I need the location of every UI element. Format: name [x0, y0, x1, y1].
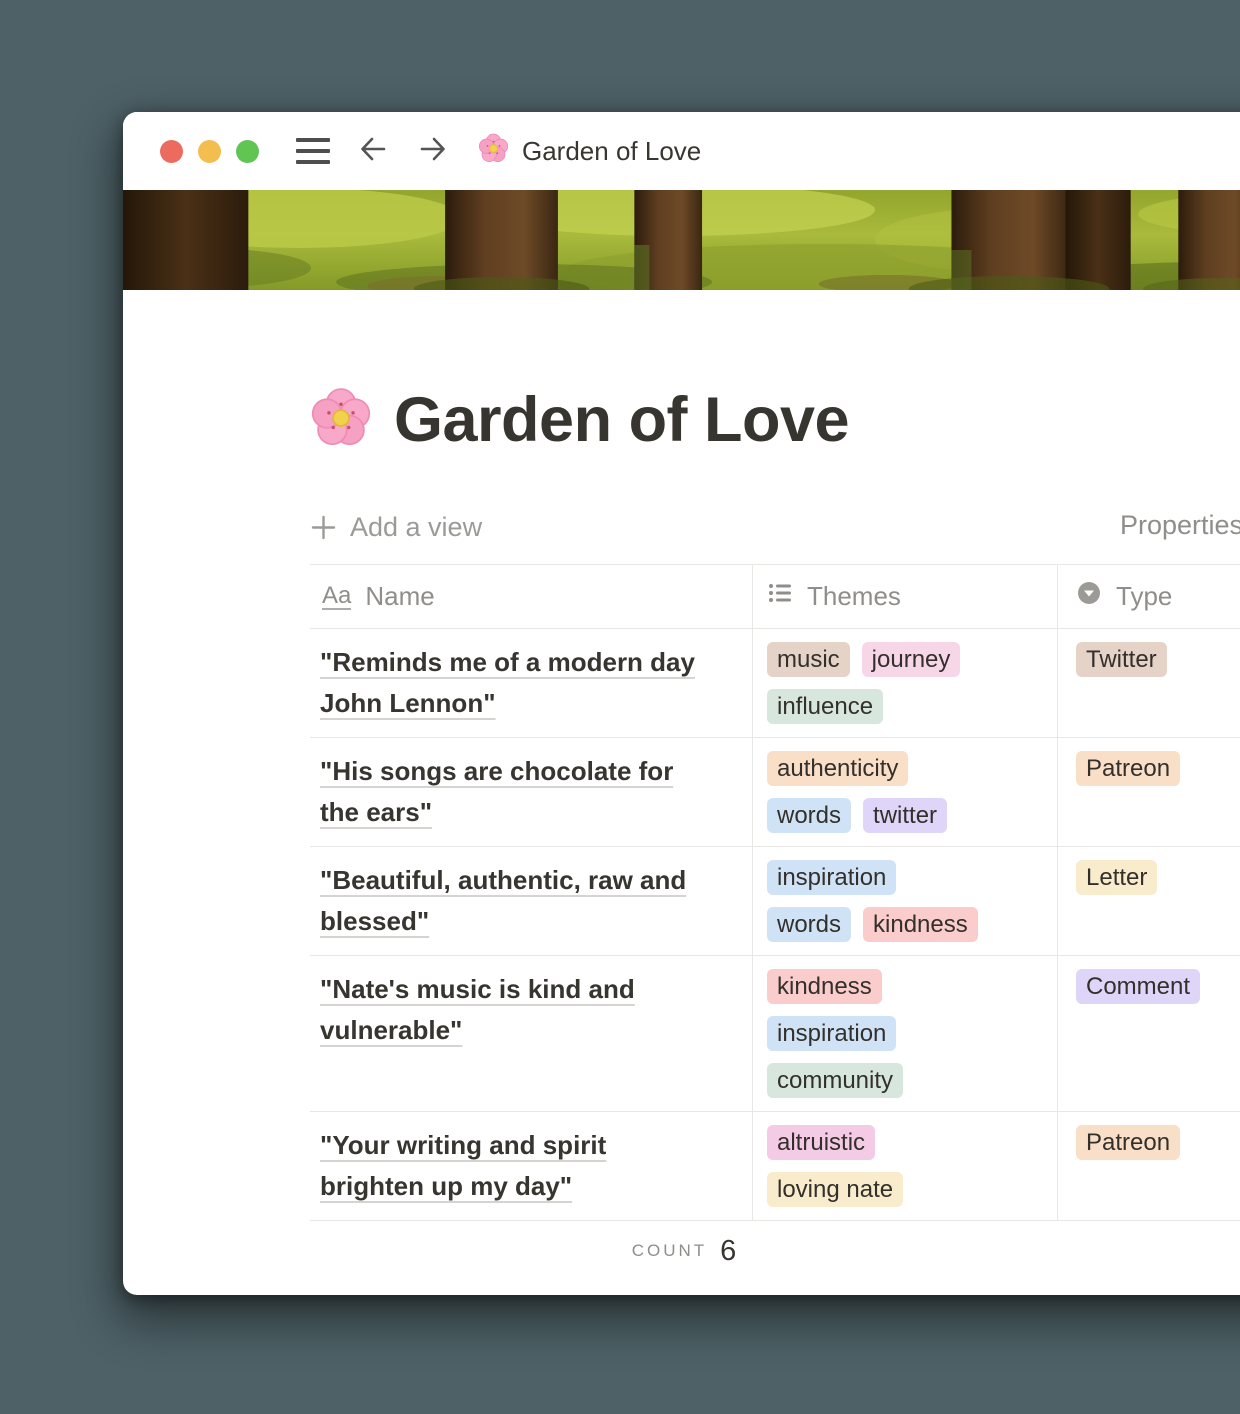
database-table: Aa Name Themes	[310, 564, 1240, 1281]
row-themes-cell[interactable]: kindness inspiration community	[753, 956, 1058, 1111]
cover-image	[123, 190, 1240, 290]
theme-tag: kindness	[863, 907, 978, 942]
row-type-cell[interactable]: Twitter	[1058, 629, 1240, 737]
theme-tag: music	[767, 642, 850, 677]
column-label: Name	[365, 581, 434, 612]
theme-tag: influence	[767, 689, 883, 724]
row-type-cell[interactable]: Patreon	[1058, 738, 1240, 846]
row-name-cell[interactable]: "Beautiful, authentic, raw and blessed"	[310, 847, 753, 955]
tag-line: influence	[767, 689, 883, 724]
theme-tag: community	[767, 1063, 903, 1098]
minimize-button[interactable]	[198, 140, 221, 163]
row-themes-cell[interactable]: altruistic loving nate	[753, 1112, 1058, 1220]
row-type-cell[interactable]: Patreon	[1058, 1112, 1240, 1220]
row-name-cell[interactable]: "Your writing and spirit brighten up my …	[310, 1112, 753, 1220]
column-label: Themes	[807, 581, 901, 612]
type-tag: Comment	[1076, 969, 1200, 1004]
page-title-row: Garden of Love	[310, 384, 1240, 456]
theme-tag: authenticity	[767, 751, 908, 786]
cherry-blossom-icon	[478, 133, 509, 169]
tag-line: music journey	[767, 642, 960, 677]
cherry-blossom-icon[interactable]	[310, 387, 372, 454]
zoom-button[interactable]	[236, 140, 259, 163]
theme-tag: words	[767, 798, 851, 833]
properties-button[interactable]: Properties	[1120, 510, 1240, 541]
window-title: Garden of Love	[522, 136, 701, 167]
menu-icon[interactable]	[296, 138, 330, 164]
table-header: Aa Name Themes	[310, 564, 1240, 629]
theme-tag: loving nate	[767, 1172, 903, 1207]
tag-line: inspiration	[767, 1016, 896, 1051]
column-header-themes[interactable]: Themes	[753, 565, 1058, 628]
forward-icon[interactable]	[416, 134, 450, 169]
row-themes-cell[interactable]: inspiration words kindness	[753, 847, 1058, 955]
back-icon[interactable]	[356, 134, 390, 169]
text-type-icon: Aa	[322, 583, 351, 610]
row-type-cell[interactable]: Letter	[1058, 847, 1240, 955]
page-title[interactable]: Garden of Love	[394, 384, 849, 456]
count-label: COUNT	[632, 1241, 707, 1261]
table-row: "Nate's music is kind and vulnerable" kin…	[310, 956, 1240, 1112]
theme-tag: words	[767, 907, 851, 942]
tag-line: words twitter	[767, 798, 947, 833]
theme-tag: inspiration	[767, 860, 896, 895]
column-label: Type	[1116, 581, 1172, 612]
table-row: "Beautiful, authentic, raw and blessed" i…	[310, 847, 1240, 956]
table-body: "Reminds me of a modern day John Lennon"…	[310, 629, 1240, 1221]
row-themes-cell[interactable]: authenticity words twitter	[753, 738, 1058, 846]
theme-tag: kindness	[767, 969, 882, 1004]
theme-tag: inspiration	[767, 1016, 896, 1051]
row-name[interactable]: "Your writing and spirit brighten up my …	[320, 1130, 606, 1201]
tag-line: inspiration	[767, 860, 896, 895]
multi-select-icon	[767, 580, 793, 613]
row-name-cell[interactable]: "Reminds me of a modern day John Lennon"	[310, 629, 753, 737]
type-tag: Patreon	[1076, 751, 1180, 786]
column-header-type[interactable]: Type	[1058, 565, 1240, 628]
count-footer[interactable]: COUNT 6	[310, 1221, 1058, 1281]
view-toolbar: Add a view Properties	[310, 506, 1240, 548]
app-window: Garden of Love	[123, 112, 1240, 1295]
row-name-cell[interactable]: "His songs are chocolate for the ears"	[310, 738, 753, 846]
count-value: 6	[720, 1235, 736, 1268]
row-name[interactable]: "His songs are chocolate for the ears"	[320, 756, 673, 827]
tag-line: kindness	[767, 969, 882, 1004]
add-view-button[interactable]: Add a view	[310, 512, 482, 543]
close-button[interactable]	[160, 140, 183, 163]
row-type-cell[interactable]: Comment	[1058, 956, 1240, 1111]
tag-line: loving nate	[767, 1172, 903, 1207]
type-tag: Letter	[1076, 860, 1157, 895]
theme-tag: twitter	[863, 798, 947, 833]
column-header-name[interactable]: Aa Name	[310, 565, 753, 628]
row-name[interactable]: "Nate's music is kind and vulnerable"	[320, 974, 635, 1045]
tag-line: community	[767, 1063, 903, 1098]
tag-line: authenticity	[767, 751, 908, 786]
tag-line: words kindness	[767, 907, 978, 942]
row-name[interactable]: "Beautiful, authentic, raw and blessed"	[320, 865, 686, 936]
add-view-label: Add a view	[350, 512, 482, 543]
table-row: "His songs are chocolate for the ears" au…	[310, 738, 1240, 847]
row-themes-cell[interactable]: music journey influence	[753, 629, 1058, 737]
row-name-cell[interactable]: "Nate's music is kind and vulnerable"	[310, 956, 753, 1111]
type-tag: Patreon	[1076, 1125, 1180, 1160]
type-tag: Twitter	[1076, 642, 1167, 677]
table-row: "Reminds me of a modern day John Lennon"…	[310, 629, 1240, 738]
tag-line: altruistic	[767, 1125, 875, 1160]
row-name[interactable]: "Reminds me of a modern day John Lennon"	[320, 647, 695, 718]
select-icon	[1076, 580, 1102, 613]
table-row: "Your writing and spirit brighten up my …	[310, 1112, 1240, 1221]
theme-tag: journey	[862, 642, 961, 677]
titlebar: Garden of Love	[123, 112, 1240, 190]
page-content: Garden of Love Add a view Properties Aa …	[123, 384, 1240, 1281]
theme-tag: altruistic	[767, 1125, 875, 1160]
